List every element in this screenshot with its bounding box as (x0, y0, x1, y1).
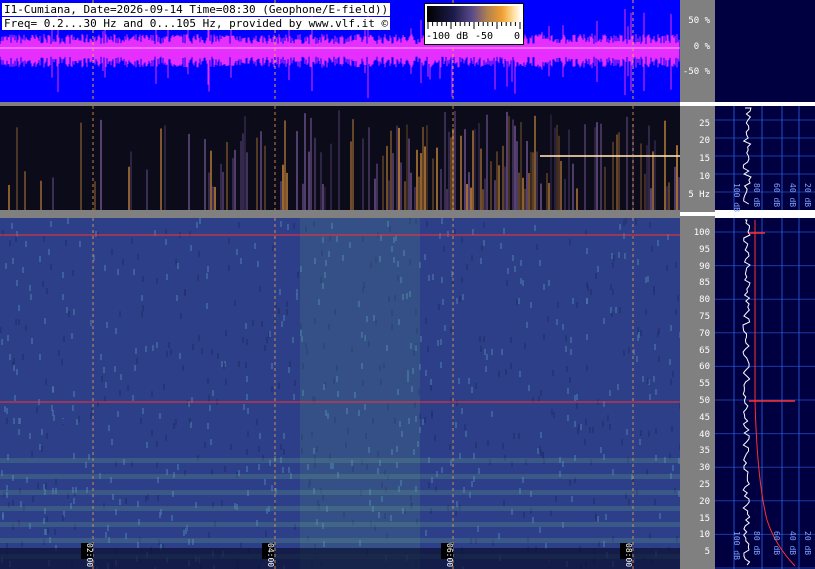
bottom-axis-tick-45: 45 (699, 412, 710, 423)
colorbar-label-max: 0 (514, 31, 521, 42)
profile-top-label-100: 100 dB (732, 183, 741, 212)
spectrogram-low-freq-image (8, 106, 680, 210)
bottom-axis-tick-80: 80 (699, 295, 710, 306)
top-axis-tick-25: 25 (699, 119, 710, 129)
axis-divider-middle (680, 212, 715, 216)
colorbar-label-mid: -50 (475, 31, 494, 42)
bottom-axis-tick-60: 60 (699, 362, 710, 373)
bottom-axis-tick-40: 40 (699, 429, 710, 440)
time-marker-0200: 02:00 (81, 543, 94, 567)
bottom-axis-tick-90: 90 (699, 261, 710, 272)
waveform-tick-50: 50 % (688, 16, 710, 26)
bottom-axis-tick-95: 95 (699, 244, 710, 255)
time-marker-0800: 08:00 (620, 543, 633, 567)
bottom-axis-tick-15: 15 (699, 513, 710, 524)
top-axis-tick-15: 15 (699, 154, 710, 164)
spectrogram-full-freq-image (0, 218, 680, 569)
profile-top-label-60: 60 dB (772, 183, 781, 208)
profile-bottom-label-60: 60 dB (772, 531, 781, 556)
bottom-axis-tick-25: 25 (699, 480, 710, 490)
bottom-axis-tick-65: 65 (699, 345, 710, 356)
profile-top-label-40: 40 dB (788, 183, 797, 208)
panel-separator-middle (0, 210, 680, 218)
bottom-axis-tick-50: 50 (699, 396, 710, 406)
bottom-axis-tick-85: 85 (699, 278, 710, 289)
bottom-axis-tick-5: 5 (704, 547, 710, 558)
colorbar-label-min: -100 dB (426, 31, 469, 42)
colorbar-legend: -100 dB -50 0 (424, 3, 524, 45)
bottom-axis-tick-75: 75 (699, 312, 710, 322)
axis-divider-top (680, 102, 715, 106)
top-axis-tick-10: 10 (699, 172, 710, 182)
top-axis-tick-20: 20 (699, 136, 710, 146)
vlf-monitor-page: I1-Cumiana, Date=2026-09-14 Time=08:30 (… (0, 0, 815, 569)
spectrogram-low-freq (0, 106, 680, 210)
spectrum-profile-plot (715, 102, 815, 569)
header-frequency-info: Freq= 0.2...30 Hz and 0...105 Hz, provid… (2, 17, 391, 30)
bottom-axis-tick-55: 55 (699, 379, 710, 390)
bottom-axis-tick-35: 35 (699, 446, 710, 457)
top-axis-tick-5: 5 Hz (688, 190, 710, 200)
profile-bottom-label-20: 20 dB (803, 531, 812, 556)
profile-bottom-label-100: 100 dB (732, 531, 741, 560)
bottom-axis-tick-10: 10 (699, 530, 710, 541)
header-station-info: I1-Cumiana, Date=2026-09-14 Time=08:30 (… (2, 3, 391, 16)
colorbar-ticks (427, 22, 521, 29)
profile-bottom-label-40: 40 dB (788, 531, 797, 556)
waveform-tick-neg50: -50 % (682, 67, 710, 77)
colorbar-gradient (427, 6, 521, 22)
spectrum-profile-panel (715, 0, 815, 569)
time-marker-0400: 04:00 (262, 543, 275, 567)
bottom-axis-tick-70: 70 (699, 328, 710, 339)
waveform-tick-0: 0 % (693, 42, 710, 52)
time-marker-0600: 06:00 (441, 543, 454, 567)
spectrogram-full-freq (0, 218, 680, 569)
profile-top-label-20: 20 dB (803, 183, 812, 208)
profile-bottom-label-80: 80 dB (752, 531, 761, 556)
bottom-axis-tick-100: 100 (693, 228, 710, 238)
bottom-axis-tick-20: 20 (699, 496, 710, 507)
profile-top-label-80: 80 dB (752, 183, 761, 208)
bottom-axis-tick-30: 30 (699, 463, 710, 474)
